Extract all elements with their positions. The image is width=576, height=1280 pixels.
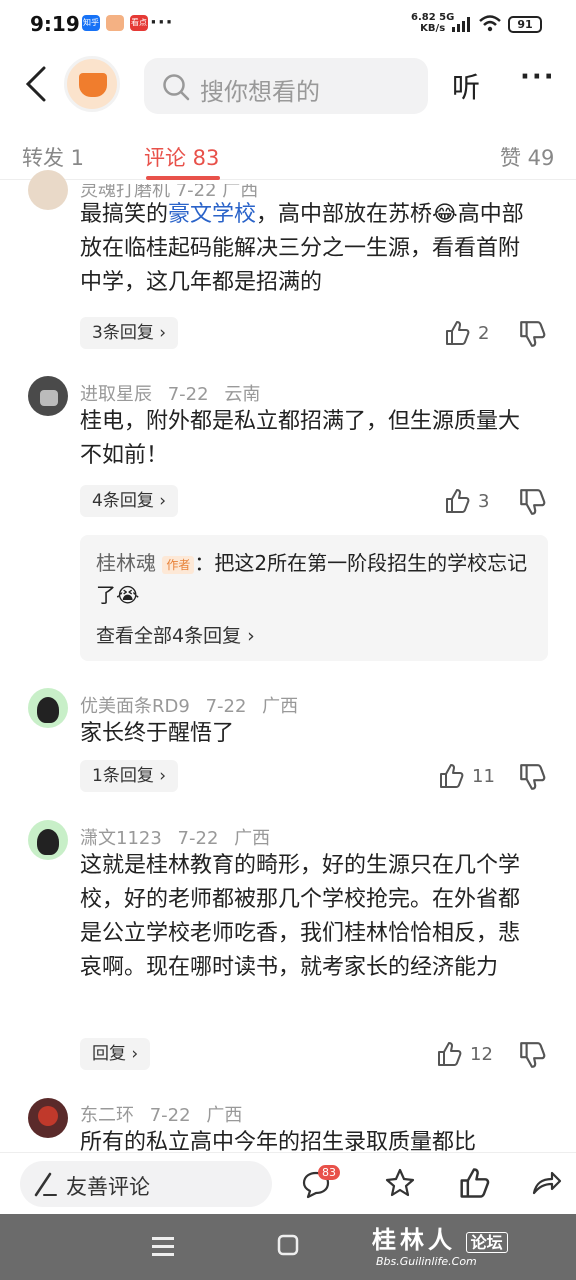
comment-author[interactable]: 东二环 xyxy=(80,1105,134,1126)
thumbs-up-icon xyxy=(438,1042,462,1066)
like-button[interactable]: 12 xyxy=(436,1039,493,1069)
like-button[interactable]: 3 xyxy=(444,486,489,516)
like-button[interactable]: 2 xyxy=(444,318,489,348)
status-bar: 9:19 知乎 看点 ··· 6.82 5G KB/s 91 xyxy=(0,0,576,46)
comment-meta: 进取星辰 7-22 云南 xyxy=(80,384,261,405)
thumbs-up-icon xyxy=(446,489,470,513)
comment-text: 最搞笑的豪文学校，高中部放在苏桥😂高中部放在临桂起码能解决三分之一生源，看看首附… xyxy=(80,202,524,295)
app-notification-icon xyxy=(106,15,124,31)
avatar[interactable] xyxy=(28,820,68,860)
back-arrow-icon[interactable] xyxy=(22,66,52,102)
avatar[interactable] xyxy=(28,376,68,416)
like-button[interactable]: 11 xyxy=(438,761,495,791)
comment-input-placeholder: 友善评论 xyxy=(66,1175,150,1199)
zhihu-notification-icon: 知乎 xyxy=(82,15,100,31)
active-tab-indicator xyxy=(146,176,220,180)
system-nav-bar: 桂林人 论坛 Bbs.Guilinlife.Com xyxy=(0,1214,576,1280)
comment-author[interactable]: 潇文1123 xyxy=(80,828,162,849)
thumbs-down-icon[interactable] xyxy=(518,763,546,791)
comment-text: 所有的私立高中今年的招生录取质量都比 xyxy=(80,1130,477,1152)
thumbs-down-icon[interactable] xyxy=(518,488,546,516)
signal-icon xyxy=(452,17,470,32)
pen-icon xyxy=(34,1172,57,1197)
thumbs-down-icon[interactable] xyxy=(518,1041,546,1069)
replies-button[interactable]: 4条回复 › xyxy=(80,485,179,517)
network-speed: 6.82 5G KB/s xyxy=(411,12,455,34)
comment-meta: 优美面条RD9 7-22 广西 xyxy=(80,696,299,717)
share-icon[interactable] xyxy=(530,1167,562,1199)
search-input[interactable]: 搜你想看的 xyxy=(144,58,428,114)
more-menu-button[interactable]: ··· xyxy=(520,62,556,92)
replies-button[interactable]: 回复 › xyxy=(80,1038,151,1070)
replies-button[interactable]: 3条回复 › xyxy=(80,317,179,349)
comment-author[interactable]: 进取星辰 xyxy=(80,384,152,405)
thumbs-up-icon xyxy=(446,321,470,345)
thumbs-up-icon xyxy=(440,764,464,788)
home-icon[interactable] xyxy=(276,1233,300,1257)
forum-watermark: 桂林人 论坛 Bbs.Guilinlife.Com xyxy=(372,1220,508,1268)
comments-button[interactable]: 83 xyxy=(300,1165,340,1201)
battery-indicator: 91 xyxy=(508,16,542,33)
view-all-replies-link[interactable]: 查看全部4条回复 › xyxy=(96,621,255,648)
star-icon[interactable] xyxy=(384,1167,416,1199)
thumbs-up-icon[interactable] xyxy=(458,1167,490,1199)
status-time: 9:19 xyxy=(30,12,80,36)
sub-reply-box[interactable]: 桂林魂 作者 ：把这2所在第一阶段招生的学校忘记了😭 查看全部4条回复 › xyxy=(80,535,548,661)
comment-text: 桂电，附外都是私立都招满了，但生源质量大不如前！ xyxy=(80,409,521,468)
comment-count-badge: 83 xyxy=(318,1165,340,1180)
comment-meta: 潇文1123 7-22 广西 xyxy=(80,828,271,849)
search-icon xyxy=(163,74,190,101)
avatar[interactable] xyxy=(28,170,68,210)
app-logo[interactable] xyxy=(64,56,120,112)
avatar[interactable] xyxy=(28,1098,68,1138)
wifi-icon xyxy=(479,15,501,32)
comment-author[interactable]: 优美面条RD9 xyxy=(80,696,190,717)
bottom-action-bar: 友善评论 83 xyxy=(0,1152,576,1214)
more-notifications-icon: ··· xyxy=(150,12,174,33)
tab-comments[interactable]: 评论 83 xyxy=(144,142,219,172)
sub-reply-text: ：把这2所在第一阶段招生的学校忘记了😭 xyxy=(96,551,528,607)
author-badge: 作者 xyxy=(162,555,195,574)
sub-reply-author[interactable]: 桂林魂 xyxy=(96,551,156,575)
avatar[interactable] xyxy=(28,688,68,728)
replies-button[interactable]: 1条回复 › xyxy=(80,760,179,792)
kandian-notification-icon: 看点 xyxy=(130,15,148,31)
thumbs-down-icon[interactable] xyxy=(518,320,546,348)
comment-text: 这就是桂林教育的畸形，好的生源只在几个学校，好的老师都被那几个学校抢完。在外省都… xyxy=(80,853,521,980)
tab-bar: 转发 1 评论 83 赞 49 xyxy=(0,128,576,180)
comment-meta: 东二环 7-22 广西 xyxy=(80,1105,243,1126)
comment-text: 家长终于醒悟了 xyxy=(80,721,235,746)
comment-input[interactable]: 友善评论 xyxy=(20,1161,272,1207)
school-link[interactable]: 豪文学校 xyxy=(168,202,256,227)
listen-button[interactable]: 听 xyxy=(452,66,480,106)
top-header: 搜你想看的 听 ··· xyxy=(0,52,576,118)
recent-apps-icon[interactable] xyxy=(150,1234,176,1258)
tab-likes[interactable]: 赞 49 xyxy=(500,142,554,172)
tab-repost[interactable]: 转发 1 xyxy=(22,142,84,172)
search-placeholder: 搜你想看的 xyxy=(200,78,320,106)
